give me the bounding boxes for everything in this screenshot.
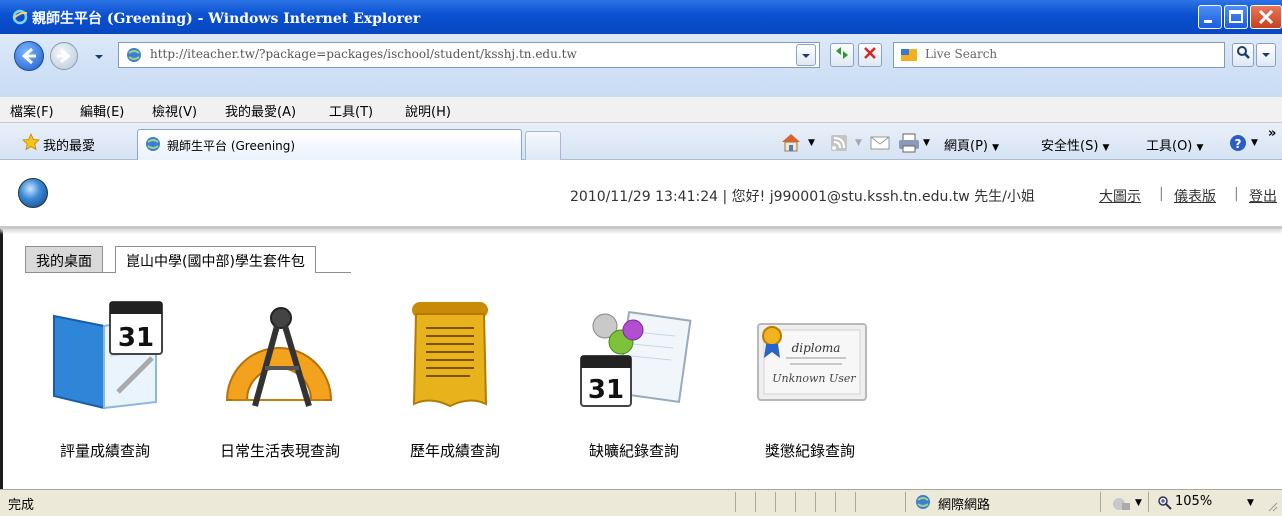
minimize-button[interactable] [1198, 5, 1222, 29]
recent-pages-dropdown-icon[interactable] [94, 50, 104, 65]
tab-title: 親師生平台 (Greening) [167, 139, 296, 153]
parchment-scroll-icon [390, 296, 510, 416]
app-assessment-scores[interactable]: 31 [48, 296, 168, 446]
app-label-daily-performance[interactable]: 日常生活表現查詢 [220, 440, 340, 461]
tab-my-desktop[interactable]: 我的桌面 [25, 246, 103, 273]
safety-menu-label: 安全性(S) [1041, 139, 1099, 154]
menu-favorites[interactable]: 我的最愛(A) [225, 101, 296, 120]
page-globe-icon [126, 47, 142, 67]
calendar-flask-icon: 31 [575, 296, 695, 416]
search-placeholder: Live Search [925, 47, 998, 61]
status-bar [0, 489, 1282, 516]
help-icon[interactable]: ? [1228, 133, 1248, 157]
svg-text:diploma: diploma [792, 341, 841, 355]
notebook-calendar-icon: 31 [48, 296, 168, 416]
protected-mode-dropdown-icon[interactable]: ▼ [1135, 498, 1142, 508]
ie-logo-icon [12, 9, 28, 25]
help-dropdown-icon[interactable]: ▼ [1251, 138, 1258, 148]
status-text: 完成 [8, 498, 35, 513]
status-divider [855, 492, 856, 512]
zoom-level[interactable]: 105% [1175, 494, 1212, 509]
dashboard-link[interactable]: 儀表版 [1174, 186, 1216, 206]
address-dropdown-icon[interactable] [796, 44, 816, 66]
status-divider [1100, 492, 1101, 512]
app-label-assessment-scores[interactable]: 評量成績查詢 [60, 440, 150, 461]
logout-link[interactable]: 登出 [1249, 186, 1277, 206]
status-divider [795, 492, 796, 512]
header-separator: | [1234, 186, 1239, 202]
mail-icon[interactable] [870, 135, 890, 155]
tab-student-package[interactable]: 崑山中學(國中部)學生套件包 [115, 246, 316, 273]
app-label-yearly-scores[interactable]: 歷年成績查詢 [410, 440, 500, 461]
resize-grip-icon[interactable] [1266, 500, 1278, 516]
live-search-icon [900, 47, 918, 67]
app-reward-punishment[interactable]: diploma Unknown User [750, 296, 870, 446]
menu-tools[interactable]: 工具(T) [329, 101, 373, 120]
tools-menu[interactable]: 工具(O) ▼ [1146, 135, 1203, 154]
header-separator: | [1159, 186, 1164, 202]
refresh-icon[interactable] [830, 43, 854, 67]
zoom-dropdown-icon[interactable]: ▼ [1247, 498, 1254, 508]
status-divider [755, 492, 756, 512]
security-zone-label: 網際網路 [938, 498, 991, 513]
app-yearly-scores[interactable] [390, 296, 510, 446]
app-label-reward-punishment[interactable]: 獎懲紀錄查詢 [765, 440, 855, 461]
site-logo-globe-icon[interactable] [18, 178, 48, 208]
back-button[interactable] [14, 41, 44, 71]
favorites-label[interactable]: 我的最愛 [43, 135, 95, 154]
svg-text:31: 31 [588, 375, 624, 405]
search-icon[interactable] [1232, 43, 1254, 67]
feeds-icon[interactable] [830, 134, 848, 156]
page-menu-label: 網頁(P) [944, 139, 988, 154]
app-attendance-records[interactable]: 31 [575, 296, 695, 446]
tab-globe-icon [145, 136, 161, 156]
user-greeting: 2010/11/29 13:41:24 | 您好! j990001@stu.ks… [570, 189, 1035, 205]
tools-menu-label: 工具(O) [1146, 139, 1193, 154]
close-button[interactable] [1250, 5, 1282, 29]
zoom-magnifier-icon[interactable] [1157, 495, 1173, 515]
menu-edit[interactable]: 編輯(E) [80, 101, 124, 120]
svg-text:?: ? [1235, 137, 1242, 151]
print-icon[interactable] [898, 133, 920, 157]
diploma-certificate-icon: diploma Unknown User [750, 296, 870, 416]
home-icon[interactable] [780, 132, 802, 156]
window-title: 親師生平台 (Greening) - Windows Internet Expl… [32, 11, 421, 27]
app-daily-performance[interactable] [219, 296, 339, 446]
svg-text:31: 31 [118, 323, 154, 353]
safety-menu[interactable]: 安全性(S) ▼ [1041, 135, 1109, 154]
app-label-attendance-records[interactable]: 缺曠紀錄查詢 [589, 440, 679, 461]
maximize-button[interactable] [1224, 5, 1248, 29]
svg-text:Unknown User: Unknown User [772, 372, 856, 385]
forward-button[interactable] [50, 42, 78, 70]
home-dropdown-icon[interactable]: ▼ [808, 138, 815, 148]
new-tab-button[interactable] [525, 131, 561, 160]
protected-mode-icon[interactable] [1112, 495, 1132, 515]
stop-icon[interactable] [858, 43, 882, 67]
status-divider [775, 492, 776, 512]
toolbar-overflow-icon[interactable]: » [1268, 126, 1276, 141]
menu-file[interactable]: 檔案(F) [10, 101, 54, 120]
address-url: http://iteacher.tw/?package=packages/isc… [150, 47, 577, 61]
menu-help[interactable]: 說明(H) [405, 101, 451, 120]
status-divider [735, 492, 736, 512]
favorites-star-icon[interactable] [22, 133, 40, 155]
status-divider [1148, 492, 1149, 512]
print-dropdown-icon[interactable]: ▼ [923, 138, 930, 148]
menu-view[interactable]: 檢視(V) [152, 101, 197, 120]
search-options-icon[interactable] [1256, 43, 1276, 67]
status-divider [835, 492, 836, 512]
large-icons-link[interactable]: 大圖示 [1099, 186, 1141, 206]
internet-zone-globe-icon [915, 494, 931, 514]
feeds-dropdown-icon[interactable]: ▼ [855, 138, 862, 148]
status-divider [905, 492, 906, 512]
compass-protractor-icon [219, 296, 339, 416]
status-divider [815, 492, 816, 512]
page-menu[interactable]: 網頁(P) ▼ [944, 135, 999, 154]
